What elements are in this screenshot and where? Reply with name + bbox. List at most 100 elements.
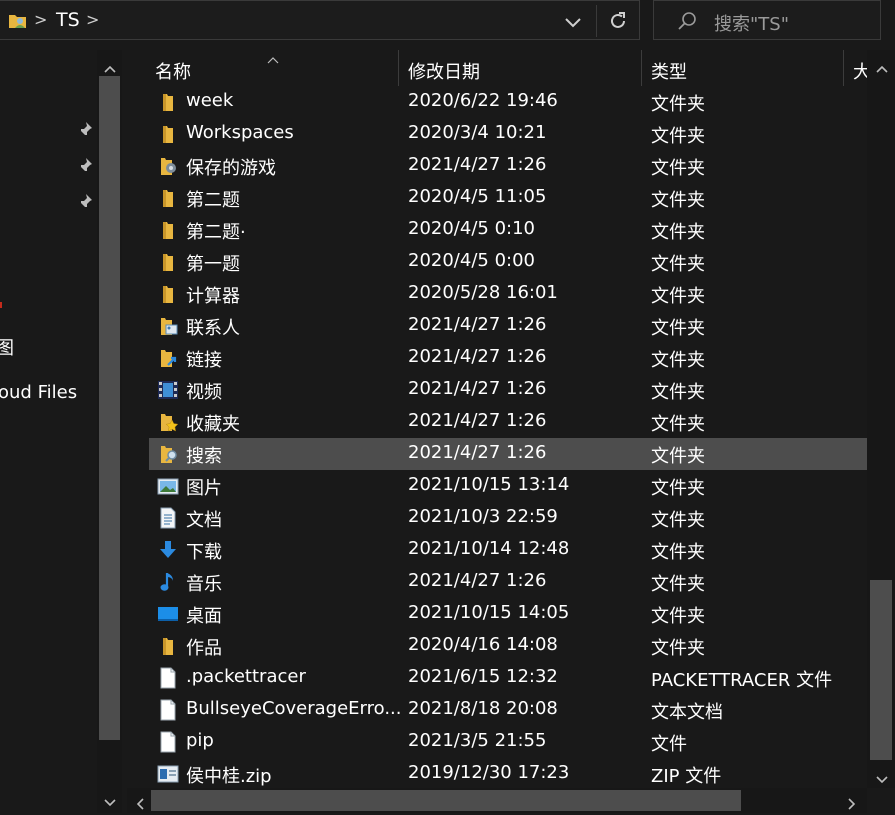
pin-icon[interactable] <box>76 192 94 215</box>
search-icon <box>676 10 698 37</box>
file-row[interactable]: 收藏夹 2021/4/27 1:26 文件夹 <box>149 406 867 438</box>
search-placeholder[interactable]: 搜索"TS" <box>714 10 789 36</box>
file-row[interactable]: 音乐 2021/4/27 1:26 文件夹 <box>149 566 867 598</box>
chevron-right-icon[interactable] <box>847 794 857 815</box>
file-type: 文件夹 <box>651 574 705 595</box>
file-row[interactable]: Workspaces 2020/3/4 10:21 文件夹 <box>149 118 867 150</box>
search-box[interactable]: 搜索"TS" <box>653 0 881 40</box>
file-name: 链接 <box>186 350 222 371</box>
file-date: 2021/10/3 22:59 <box>408 506 558 527</box>
contacts-icon <box>157 315 179 337</box>
file-name: 文档 <box>186 510 222 531</box>
file-list: 名称 修改日期 类型 大 week 2020/6/22 19:46 文件夹 Works… <box>127 50 867 788</box>
refresh-icon[interactable] <box>606 9 630 38</box>
file-row[interactable]: 视频 2021/4/27 1:26 文件夹 <box>149 374 867 406</box>
file-row[interactable]: 作品 2020/4/16 14:08 文件夹 <box>149 630 867 662</box>
vertical-scrollbar[interactable] <box>867 50 895 788</box>
breadcrumb-ts[interactable]: TS <box>56 9 80 31</box>
file-name: Workspaces <box>186 122 294 143</box>
horizontal-scrollbar[interactable] <box>127 788 867 813</box>
nav-item-cloud-files[interactable]: oud Files <box>0 382 77 403</box>
file-date: 2021/8/18 20:08 <box>408 698 558 719</box>
file-name: .packettracer <box>186 666 306 687</box>
column-type[interactable]: 类型 <box>651 58 687 84</box>
file-date: 2021/4/27 1:26 <box>408 410 547 431</box>
documents-icon <box>157 507 179 529</box>
file-date: 2021/4/27 1:26 <box>408 314 547 335</box>
file-row[interactable]: 计算器 2020/5/28 16:01 文件夹 <box>149 278 867 310</box>
file-row[interactable]: 搜索 2021/4/27 1:26 文件夹 <box>149 438 867 470</box>
chevron-down-icon[interactable] <box>103 792 117 813</box>
file-type: ZIP 文件 <box>651 766 722 787</box>
file-type: 文件夹 <box>651 638 705 659</box>
file-row[interactable]: 链接 2021/4/27 1:26 文件夹 <box>149 342 867 374</box>
top-bar: > TS > 搜索"TS" <box>0 0 895 42</box>
file-name: week <box>186 90 234 111</box>
file-date: 2021/10/15 13:14 <box>408 474 570 495</box>
file-type: 文件夹 <box>651 478 705 499</box>
file-date: 2020/4/5 11:05 <box>408 186 547 207</box>
zip-icon <box>157 763 179 785</box>
file-type: 文件夹 <box>651 254 705 275</box>
horizontal-scroll-thumb[interactable] <box>151 790 741 811</box>
breadcrumb-separator[interactable]: > <box>34 10 47 29</box>
file-name: 第一题 <box>186 254 240 275</box>
sort-up-icon <box>267 50 279 69</box>
column-name[interactable]: 名称 <box>155 58 191 84</box>
file-date: 2020/4/16 14:08 <box>408 634 558 655</box>
nav-scrollbar[interactable] <box>97 50 122 813</box>
file-row[interactable]: 桌面 2021/10/15 14:05 文件夹 <box>149 598 867 630</box>
file-type: 文件夹 <box>651 350 705 371</box>
address-bar[interactable]: > TS > <box>0 0 640 40</box>
user-folder-icon <box>8 11 28 36</box>
chevron-down-icon[interactable] <box>560 9 586 35</box>
file-name: 桌面 <box>186 606 222 627</box>
file-row[interactable]: 下载 2021/10/14 12:48 文件夹 <box>149 534 867 566</box>
file-row[interactable]: 第二题· 2020/4/5 0:10 文件夹 <box>149 214 867 246</box>
column-size[interactable]: 大 <box>853 58 867 84</box>
file-row[interactable]: 第二题 2020/4/5 11:05 文件夹 <box>149 182 867 214</box>
file-row[interactable]: 第一题 2020/4/5 0:00 文件夹 <box>149 246 867 278</box>
pictures-icon <box>157 475 179 497</box>
folder-icon <box>157 91 179 113</box>
file-type: 文件夹 <box>651 414 705 435</box>
file-date: 2020/4/5 0:10 <box>408 218 535 239</box>
divider <box>596 5 597 37</box>
file-row[interactable]: 保存的游戏 2021/4/27 1:26 文件夹 <box>149 150 867 182</box>
breadcrumb-separator-end[interactable]: > <box>86 10 99 29</box>
file-row[interactable]: 侯中桂.zip 2019/12/30 17:23 ZIP 文件 <box>149 758 867 788</box>
videos-icon <box>157 379 179 401</box>
file-row[interactable]: 文档 2021/10/3 22:59 文件夹 <box>149 502 867 534</box>
file-type: 文件夹 <box>651 318 705 339</box>
file-name: 视频 <box>186 382 222 403</box>
file-row[interactable]: week 2020/6/22 19:46 文件夹 <box>149 86 867 118</box>
vertical-scroll-thumb[interactable] <box>870 580 892 760</box>
file-type: 文件夹 <box>651 606 705 627</box>
pin-icon[interactable] <box>76 156 94 179</box>
file-row[interactable]: BullseyeCoverageErro... 2021/8/18 20:08 文本… <box>149 694 867 726</box>
searches-icon <box>157 443 179 465</box>
file-row[interactable]: .packettracer 2021/6/15 12:32 PACKETTRACER… <box>149 662 867 694</box>
file-row[interactable]: pip 2021/3/5 21:55 文件 <box>149 726 867 758</box>
column-divider[interactable] <box>398 50 399 86</box>
pin-icon[interactable] <box>76 120 94 143</box>
file-date: 2021/4/27 1:26 <box>408 442 547 463</box>
file-row[interactable]: 图片 2021/10/15 13:14 文件夹 <box>149 470 867 502</box>
column-divider[interactable] <box>641 50 642 86</box>
file-type: 文件夹 <box>651 382 705 403</box>
chevron-up-icon[interactable] <box>876 58 888 79</box>
nav-scroll-thumb[interactable] <box>99 76 120 740</box>
favorites-icon <box>157 411 179 433</box>
column-divider[interactable] <box>843 50 844 86</box>
nav-marker <box>0 302 2 308</box>
chevron-left-icon[interactable] <box>135 794 145 815</box>
file-type: 文件夹 <box>651 222 705 243</box>
nav-item-pictures[interactable]: 图 <box>0 334 14 360</box>
file-row[interactable]: 联系人 2021/4/27 1:26 文件夹 <box>149 310 867 342</box>
downloads-icon <box>157 539 179 561</box>
column-date[interactable]: 修改日期 <box>408 58 480 84</box>
chevron-down-icon[interactable] <box>876 769 888 790</box>
file-name: BullseyeCoverageErro... <box>186 698 402 719</box>
folder-icon <box>157 123 179 145</box>
links-icon <box>157 347 179 369</box>
